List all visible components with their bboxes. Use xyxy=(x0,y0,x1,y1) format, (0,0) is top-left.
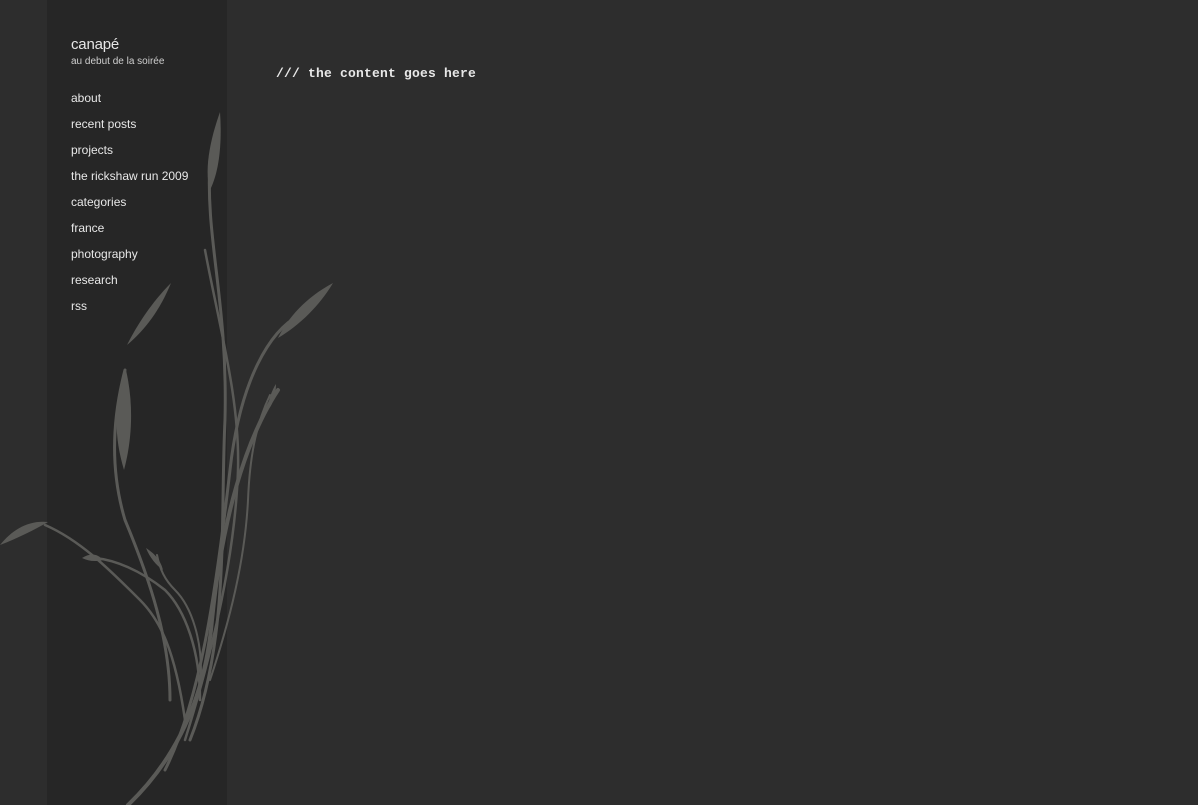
nav-item: photography xyxy=(71,245,188,271)
nav-link-research[interactable]: research xyxy=(71,273,118,287)
nav-item: rss xyxy=(71,297,188,323)
site-title[interactable]: canapé xyxy=(71,36,164,54)
site-branding: canapé au debut de la soirée xyxy=(71,36,164,68)
nav-link-rss[interactable]: rss xyxy=(71,299,87,313)
nav-item: about xyxy=(71,89,188,115)
nav-link-categories[interactable]: categories xyxy=(71,195,126,209)
nav-link-about[interactable]: about xyxy=(71,91,101,105)
nav-item: the rickshaw run 2009 xyxy=(71,167,188,193)
site-tagline: au debut de la soirée xyxy=(71,56,165,67)
nav-link-photography[interactable]: photography xyxy=(71,247,138,261)
nav-item: research xyxy=(71,271,188,297)
nav-item: recent posts xyxy=(71,115,188,141)
page: canapé au debut de la soirée about recen… xyxy=(0,0,1198,805)
nav-link-france[interactable]: france xyxy=(71,221,104,235)
sidebar-nav: about recent posts projects the rickshaw… xyxy=(71,89,188,323)
nav-link-rickshaw-run[interactable]: the rickshaw run 2009 xyxy=(71,169,188,183)
nav-link-projects[interactable]: projects xyxy=(71,143,113,157)
main-content-placeholder: /// the content goes here xyxy=(276,66,477,81)
nav-item: france xyxy=(71,219,188,245)
nav-link-recent-posts[interactable]: recent posts xyxy=(71,117,136,131)
nav-item: projects xyxy=(71,141,188,167)
nav-item: categories xyxy=(71,193,188,219)
